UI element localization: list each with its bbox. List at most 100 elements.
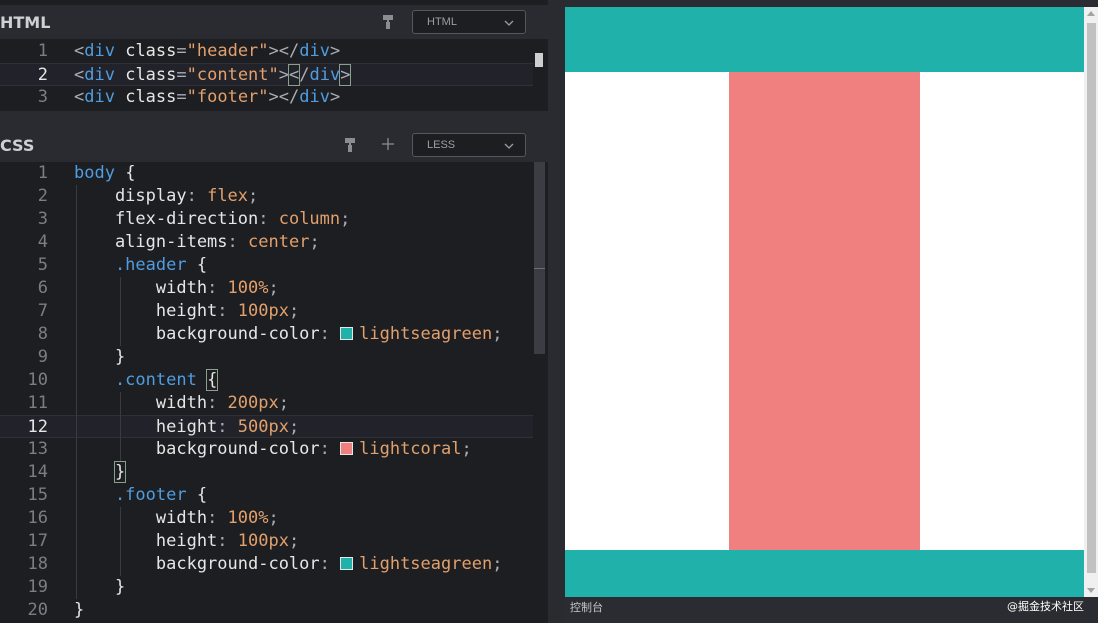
code-token: < <box>287 64 301 86</box>
code-line[interactable]: 18 background-color: lightseagreen; <box>0 553 546 576</box>
code-token: center <box>248 232 310 252</box>
code-token: : <box>217 301 238 321</box>
code-token: : <box>319 324 341 344</box>
html-code-editor[interactable]: 1 <div class="header"></div> 2 <div class="… <box>0 39 546 111</box>
code-token: { <box>186 255 208 275</box>
code-line[interactable]: 15 .footer { <box>0 484 546 507</box>
code-text: } <box>74 346 125 369</box>
color-swatch[interactable] <box>340 557 354 570</box>
css-code-editor[interactable]: 1 body {2 display: flex; 3 flex-direction:… <box>0 162 546 623</box>
format-brush-icon[interactable] <box>382 15 394 32</box>
code-token: ></ <box>268 41 300 61</box>
code-line[interactable]: 5 .header { <box>0 254 546 277</box>
html-preprocessor-select[interactable]: HTML <box>412 10 526 34</box>
preview-scrollbar[interactable] <box>1084 7 1098 597</box>
code-line[interactable]: 17 height: 100px; <box>0 530 546 553</box>
css-editor-scroll-thumb[interactable] <box>534 162 545 354</box>
preview-frame <box>565 7 1084 597</box>
code-token: lightseagreen <box>359 554 493 574</box>
code-token: align-items <box>74 232 228 252</box>
code-line[interactable]: 14 } <box>0 461 546 484</box>
color-swatch[interactable] <box>340 442 354 455</box>
css-editor-scrollbar[interactable] <box>533 162 546 623</box>
code-line[interactable]: 12 height: 500px; <box>0 415 546 438</box>
code-text: width: 100%; <box>74 277 279 300</box>
editor-pane: HTML HTML 1 <div class="header"></div> 2 <d… <box>0 0 548 623</box>
html-editor-scrollbar[interactable] <box>533 39 546 111</box>
code-token: 100% <box>227 278 269 298</box>
line-number: 10 <box>27 370 48 390</box>
code-text: <div class="content"></div> <box>74 64 352 87</box>
code-line[interactable]: 11 width: 200px; <box>0 392 546 415</box>
code-line[interactable]: 8 background-color: lightseagreen; <box>0 323 546 346</box>
code-line[interactable]: 7 height: 100px; <box>0 300 546 323</box>
code-token: "content" <box>186 65 279 85</box>
panel-splitter[interactable] <box>0 111 548 128</box>
code-token: background-color <box>74 554 320 574</box>
line-number: 19 <box>27 577 48 597</box>
code-token: = <box>176 41 187 61</box>
code-token: : <box>186 186 208 206</box>
code-token: / <box>299 65 310 85</box>
code-token: } <box>74 577 126 597</box>
code-token: ; <box>278 393 289 413</box>
line-number: 2 <box>37 65 48 85</box>
format-brush-icon[interactable] <box>344 138 356 155</box>
code-text: .content { <box>74 369 219 392</box>
code-line[interactable]: 3 <div class="footer"></div> <box>0 86 546 109</box>
code-line[interactable]: 1 body { <box>0 162 546 185</box>
code-line[interactable]: 2 <div class="content"></div> <box>0 63 546 86</box>
preview-scroll-thumb[interactable] <box>1087 23 1096 573</box>
code-token: ; <box>461 439 472 459</box>
code-line[interactable]: 2 display: flex; <box>0 185 546 208</box>
code-line[interactable]: 6 width: 100%; <box>0 277 546 300</box>
code-token: background-color <box>74 439 320 459</box>
code-token: : <box>207 508 228 528</box>
code-line[interactable]: 19 } <box>0 576 546 599</box>
code-token: ; <box>492 324 503 344</box>
code-token: : <box>319 439 341 459</box>
code-line[interactable]: 1 <div class="header"></div> <box>0 40 546 63</box>
code-line[interactable]: 13 background-color: lightcoral; <box>0 438 546 461</box>
indent-guide <box>76 185 77 599</box>
indent-guide <box>120 277 121 346</box>
code-token: ; <box>492 554 503 574</box>
code-line[interactable]: 4 align-items: center; <box>0 231 546 254</box>
code-token: lightseagreen <box>359 324 493 344</box>
line-number: 11 <box>27 393 48 413</box>
code-token: = <box>176 87 187 107</box>
code-token: 100% <box>227 508 269 528</box>
code-token: width <box>74 508 208 528</box>
code-token: ; <box>248 186 259 206</box>
code-token: } <box>74 600 85 620</box>
code-text: .footer { <box>74 484 207 507</box>
code-token: width <box>74 393 208 413</box>
code-line[interactable]: 20} <box>0 599 546 622</box>
add-resource-icon[interactable] <box>381 137 395 154</box>
html-panel-header: HTML HTML <box>0 5 548 39</box>
pane-divider[interactable] <box>548 0 565 623</box>
code-line[interactable]: 10 .content { <box>0 369 546 392</box>
code-text: } <box>74 461 127 484</box>
code-line[interactable]: 16 width: 100%; <box>0 507 546 530</box>
html-editor-scroll-thumb[interactable] <box>535 53 543 67</box>
code-text: background-color: lightcoral; <box>74 438 472 461</box>
code-token: > <box>329 87 341 107</box>
css-preprocessor-select[interactable]: LESS <box>412 133 526 157</box>
code-line[interactable]: 3 flex-direction: column; <box>0 208 546 231</box>
code-line[interactable]: 9 } <box>0 346 546 369</box>
scroll-down-icon[interactable] <box>1087 588 1095 593</box>
line-number: 6 <box>37 278 48 298</box>
code-token: div <box>84 41 115 61</box>
code-token: div <box>84 65 115 85</box>
scroll-up-icon[interactable] <box>1087 11 1095 16</box>
line-number: 7 <box>37 301 48 321</box>
color-swatch[interactable] <box>340 327 354 340</box>
line-number: 1 <box>37 163 48 183</box>
code-token: : <box>207 278 228 298</box>
console-tab[interactable]: 控制台 <box>570 599 603 615</box>
preview-footer-block <box>565 550 1084 597</box>
line-number: 15 <box>27 485 48 505</box>
code-text: .header { <box>74 254 207 277</box>
